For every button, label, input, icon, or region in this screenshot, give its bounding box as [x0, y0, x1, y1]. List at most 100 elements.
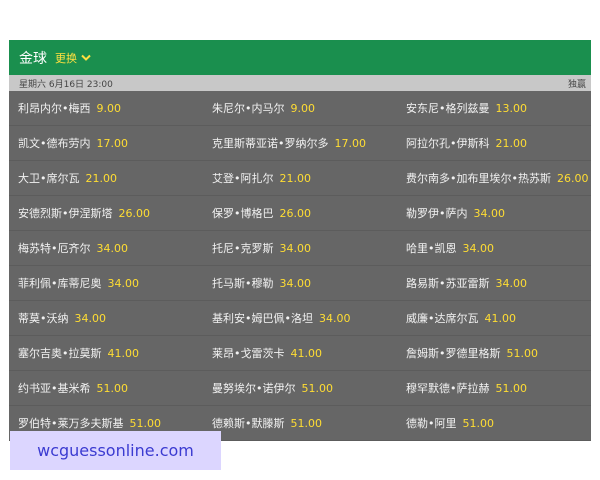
switch-label: 更换 [55, 51, 77, 65]
player-odds: 34.00 [495, 276, 528, 290]
market-type-label: 独赢 [567, 79, 586, 90]
player-odds-cell[interactable]: 哈里•凯恩 34.00 [397, 231, 591, 266]
player-odds: 21.00 [279, 171, 312, 185]
player-odds: 41.00 [107, 346, 140, 360]
player-name: 朱尼尔•内马尔 [212, 102, 285, 115]
player-name: 路易斯•苏亚雷斯 [406, 277, 490, 290]
player-odds: 51.00 [506, 346, 539, 360]
player-odds: 34.00 [462, 241, 495, 255]
player-odds: 26.00 [279, 206, 312, 220]
player-odds-cell[interactable]: 路易斯•苏亚雷斯 34.00 [397, 266, 591, 301]
player-odds: 34.00 [318, 311, 351, 325]
player-odds-cell[interactable]: 约书亚•基米希 51.00 [9, 371, 203, 406]
player-odds: 51.00 [301, 381, 334, 395]
market-title: 金球 [19, 50, 47, 67]
player-odds-cell[interactable]: 保罗•博格巴 26.00 [203, 196, 397, 231]
player-odds: 41.00 [290, 346, 323, 360]
player-odds-cell[interactable]: 大卫•席尔瓦 21.00 [9, 161, 203, 196]
player-odds-cell[interactable]: 梅苏特•厄齐尔 34.00 [9, 231, 203, 266]
player-odds-cell[interactable]: 曼努埃尔•诺伊尔 51.00 [203, 371, 397, 406]
player-name: 大卫•席尔瓦 [18, 172, 80, 185]
player-odds-cell[interactable]: 艾登•阿扎尔 21.00 [203, 161, 397, 196]
player-name: 克里斯蒂亚诺•罗纳尔多 [212, 137, 329, 150]
player-odds-cell[interactable]: 莱昂•戈雷茨卡 41.00 [203, 336, 397, 371]
event-date-bar: 星期六 6月16日 23:00 独赢 [9, 75, 591, 91]
chevron-down-icon [81, 54, 91, 61]
player-name: 凯文•德布劳内 [18, 137, 91, 150]
player-name: 穆罕默德•萨拉赫 [406, 382, 490, 395]
player-name: 托尼•克罗斯 [212, 242, 274, 255]
watermark: wcguessonline.com [10, 431, 221, 470]
switch-button[interactable]: 更换 [55, 50, 91, 66]
player-odds: 9.00 [96, 101, 122, 115]
player-odds: 26.00 [556, 171, 589, 185]
golden-ball-panel: 金球 更换 星期六 6月16日 23:00 独赢 利昂内尔•梅西 9.00 朱尼尔•… [9, 40, 591, 441]
player-odds-cell[interactable]: 克里斯蒂亚诺•罗纳尔多 17.00 [203, 126, 397, 161]
player-odds-cell[interactable]: 安东尼•格列兹曼 13.00 [397, 91, 591, 126]
player-odds: 51.00 [129, 416, 162, 430]
player-odds: 51.00 [495, 381, 528, 395]
player-name: 塞尔吉奥•拉莫斯 [18, 347, 102, 360]
player-odds-cell[interactable]: 托马斯•穆勒 34.00 [203, 266, 397, 301]
player-name: 托马斯•穆勒 [212, 277, 274, 290]
player-odds-cell[interactable]: 詹姆斯•罗德里格斯 51.00 [397, 336, 591, 371]
player-odds-cell[interactable]: 费尔南多•加布里埃尔•热苏斯 26.00 [397, 161, 591, 196]
player-odds: 34.00 [107, 276, 140, 290]
player-name: 德勒•阿里 [406, 417, 457, 430]
player-odds-cell[interactable]: 德勒•阿里 51.00 [397, 406, 591, 441]
player-odds: 17.00 [334, 136, 367, 150]
player-odds: 17.00 [96, 136, 129, 150]
player-name: 罗伯特•莱万多夫斯基 [18, 417, 124, 430]
player-odds-cell[interactable]: 德赖斯•默滕斯 51.00 [203, 406, 397, 441]
player-name: 安东尼•格列兹曼 [406, 102, 490, 115]
player-odds-cell[interactable]: 利昂内尔•梅西 9.00 [9, 91, 203, 126]
player-name: 菲利佩•库蒂尼奥 [18, 277, 102, 290]
odds-grid: 利昂内尔•梅西 9.00 朱尼尔•内马尔 9.00 安东尼•格列兹曼 13.00 凯文•德布… [9, 91, 591, 441]
player-odds-cell[interactable]: 塞尔吉奥•拉莫斯 41.00 [9, 336, 203, 371]
player-name: 莱昂•戈雷茨卡 [212, 347, 285, 360]
player-name: 利昂内尔•梅西 [18, 102, 91, 115]
player-name: 勒罗伊•萨内 [406, 207, 468, 220]
player-odds: 13.00 [495, 101, 528, 115]
player-odds: 9.00 [290, 101, 316, 115]
player-odds: 34.00 [279, 276, 312, 290]
player-odds: 34.00 [74, 311, 107, 325]
player-name: 哈里•凯恩 [406, 242, 457, 255]
player-odds-cell[interactable]: 穆罕默德•萨拉赫 51.00 [397, 371, 591, 406]
player-name: 安德烈斯•伊涅斯塔 [18, 207, 113, 220]
player-name: 费尔南多•加布里埃尔•热苏斯 [406, 172, 551, 185]
player-odds: 21.00 [495, 136, 528, 150]
player-name: 梅苏特•厄齐尔 [18, 242, 91, 255]
player-odds-cell[interactable]: 蒂莫•沃纳 34.00 [9, 301, 203, 336]
player-odds: 51.00 [462, 416, 495, 430]
player-odds: 34.00 [96, 241, 129, 255]
player-odds: 21.00 [85, 171, 118, 185]
player-name: 威廉•达席尔瓦 [406, 312, 479, 325]
player-odds: 51.00 [290, 416, 323, 430]
player-odds: 41.00 [484, 311, 517, 325]
player-name: 詹姆斯•罗德里格斯 [406, 347, 501, 360]
player-name: 阿拉尔孔•伊斯科 [406, 137, 490, 150]
player-name: 保罗•博格巴 [212, 207, 274, 220]
player-name: 曼努埃尔•诺伊尔 [212, 382, 296, 395]
player-odds-cell[interactable]: 朱尼尔•内马尔 9.00 [203, 91, 397, 126]
player-name: 德赖斯•默滕斯 [212, 417, 285, 430]
player-odds-cell[interactable]: 勒罗伊•萨内 34.00 [397, 196, 591, 231]
player-odds-cell[interactable]: 凯文•德布劳内 17.00 [9, 126, 203, 161]
player-odds-cell[interactable]: 安德烈斯•伊涅斯塔 26.00 [9, 196, 203, 231]
player-name: 基利安•姆巴佩•洛坦 [212, 312, 313, 325]
player-odds-cell[interactable]: 阿拉尔孔•伊斯科 21.00 [397, 126, 591, 161]
player-odds-cell[interactable]: 基利安•姆巴佩•洛坦 34.00 [203, 301, 397, 336]
player-name: 蒂莫•沃纳 [18, 312, 69, 325]
player-odds-cell[interactable]: 托尼•克罗斯 34.00 [203, 231, 397, 266]
player-odds: 34.00 [473, 206, 506, 220]
player-name: 约书亚•基米希 [18, 382, 91, 395]
player-odds: 34.00 [279, 241, 312, 255]
player-odds-cell[interactable]: 菲利佩•库蒂尼奥 34.00 [9, 266, 203, 301]
player-name: 艾登•阿扎尔 [212, 172, 274, 185]
event-date: 星期六 6月16日 23:00 [19, 79, 113, 90]
panel-header: 金球 更换 [9, 40, 591, 75]
player-odds: 51.00 [96, 381, 129, 395]
player-odds: 26.00 [118, 206, 151, 220]
player-odds-cell[interactable]: 威廉•达席尔瓦 41.00 [397, 301, 591, 336]
